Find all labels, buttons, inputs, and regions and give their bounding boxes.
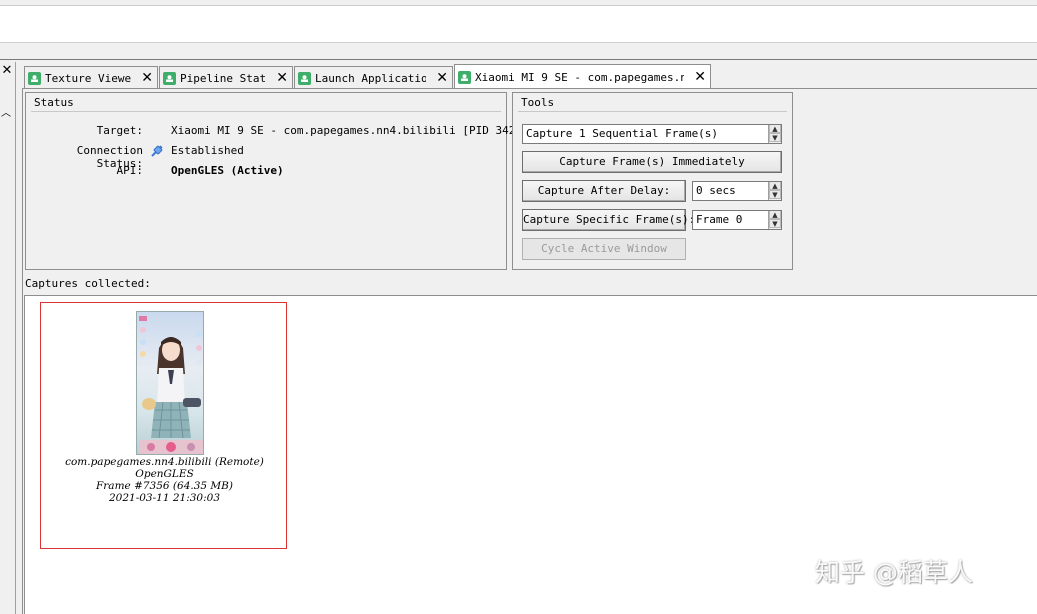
close-icon[interactable]: ✕ [436, 71, 448, 85]
capture-app-name: com.papegames.nn4.bilibili (Remote) [65, 456, 264, 468]
tab-pipeline-state[interactable]: Pipeline State ✕ [159, 66, 293, 89]
toolbar-strip [0, 5, 1037, 43]
capture-specific-frames-button[interactable]: Capture Specific Frame(s): [522, 209, 695, 231]
frame-value: Frame 0 [696, 213, 743, 226]
capture-timestamp: 2021-03-11 21:30:03 [108, 492, 221, 504]
menu-strip [0, 43, 1037, 60]
status-group-title: Status [34, 96, 74, 109]
spin-down-icon[interactable]: ▼ [769, 219, 781, 228]
target-label: Target: [96, 124, 143, 137]
capture-api: OpenGLES [135, 468, 194, 480]
capture-thumbnail-item[interactable]: com.papegames.nn4.bilibili (Remote) Open… [40, 302, 287, 549]
capture-frame-info: Frame #7356 (64.35 MB) [96, 480, 233, 492]
tab-remote-connection[interactable]: Xiaomi MI 9 SE - com.papegames.nn… ✕ [454, 64, 711, 89]
close-icon[interactable]: ✕ [694, 70, 706, 84]
capture-thumbnail-image [136, 311, 204, 455]
tab-label: Pipeline State [180, 71, 267, 85]
tools-group: Tools Capture 1 Sequential Frame(s) ▲ ▼ … [512, 92, 793, 270]
tab-window-icon [28, 71, 41, 85]
tab-window-icon [458, 70, 471, 84]
left-panel-close-icon[interactable]: ✕ [0, 64, 14, 78]
group-divider [31, 111, 501, 112]
tab-launch-application[interactable]: Launch Application ✕ [294, 66, 453, 89]
captures-collected-label: Captures collected: [25, 277, 151, 290]
left-panel-scroll-up-icon[interactable]: ︿ [0, 107, 12, 121]
left-dock-panel [0, 62, 16, 614]
status-group: Status Target: Xiaomi MI 9 SE - com.pape… [25, 92, 529, 270]
spin-up-icon[interactable]: ▲ [769, 211, 781, 219]
capture-mode-value: Capture 1 Sequential Frame(s) [526, 127, 719, 140]
capture-mode-spinner[interactable]: ▲ ▼ [768, 125, 781, 143]
api-label: API: [116, 164, 144, 177]
connection-plug-icon [150, 144, 164, 158]
watermark-text: 知乎 @稻草人 [815, 558, 973, 587]
delay-value: 0 secs [696, 184, 736, 197]
close-icon[interactable]: ✕ [276, 71, 288, 85]
group-divider [518, 111, 787, 112]
api-value: OpenGLES (Active) [171, 164, 284, 177]
close-icon[interactable]: ✕ [141, 71, 153, 85]
spin-up-icon[interactable]: ▲ [769, 125, 781, 133]
tab-label: Texture Viewer [45, 71, 132, 85]
capture-after-delay-button[interactable]: Capture After Delay: [522, 180, 686, 202]
tab-label: Launch Application [315, 71, 427, 85]
tools-group-title: Tools [521, 96, 555, 109]
spin-down-icon[interactable]: ▼ [769, 133, 781, 142]
tab-window-icon [163, 71, 176, 85]
delay-spinner[interactable]: ▲ ▼ [768, 182, 781, 200]
delay-input[interactable]: 0 secs ▲ ▼ [692, 181, 782, 201]
spin-down-icon[interactable]: ▼ [769, 190, 781, 199]
capture-immediately-button[interactable]: Capture Frame(s) Immediately [522, 151, 782, 173]
tab-texture-viewer[interactable]: Texture Viewer ✕ [24, 66, 158, 89]
frame-spinner[interactable]: ▲ ▼ [768, 211, 781, 229]
cycle-active-window-button[interactable]: Cycle Active Window [522, 238, 686, 260]
capture-mode-select[interactable]: Capture 1 Sequential Frame(s) ▲ ▼ [522, 124, 782, 144]
tab-window-icon [298, 71, 311, 85]
spin-up-icon[interactable]: ▲ [769, 182, 781, 190]
target-value: Xiaomi MI 9 SE - com.papegames.nn4.bilib… [171, 124, 529, 137]
frame-input[interactable]: Frame 0 ▲ ▼ [692, 210, 782, 230]
connection-status-value: Established [171, 144, 244, 157]
tab-label: Xiaomi MI 9 SE - com.papegames.nn… [475, 70, 685, 84]
